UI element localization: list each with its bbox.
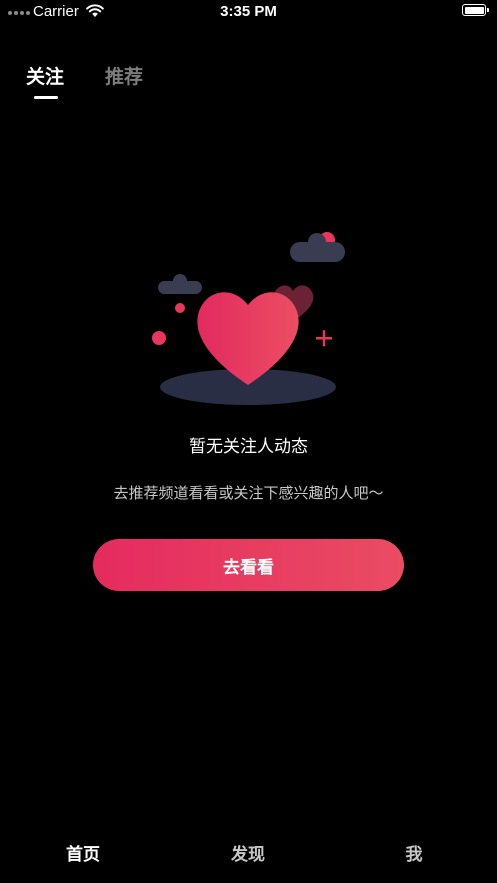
status-time: 3:35 PM <box>220 3 277 20</box>
empty-state-title: 暂无关注人动态 <box>189 437 308 457</box>
active-tab-indicator <box>34 96 58 99</box>
tab-follow[interactable]: 关注 <box>26 62 64 89</box>
heart-illustration-icon <box>152 232 345 405</box>
nav-item-discover[interactable]: 发现 <box>218 840 278 865</box>
tab-recommend[interactable]: 推荐 <box>105 62 143 89</box>
battery-icon <box>462 4 489 16</box>
empty-state-subtitle: 去推荐频道看看或关注下感兴趣的人吧～ <box>113 484 384 502</box>
nav-item-home[interactable]: 首页 <box>53 840 113 865</box>
bottom-nav: 首页 发现 我 <box>0 830 497 874</box>
status-bar: Carrier 3:35 PM <box>0 0 497 24</box>
go-look-button[interactable]: 去看看 <box>93 539 404 591</box>
nav-item-me[interactable]: 我 <box>384 840 444 865</box>
